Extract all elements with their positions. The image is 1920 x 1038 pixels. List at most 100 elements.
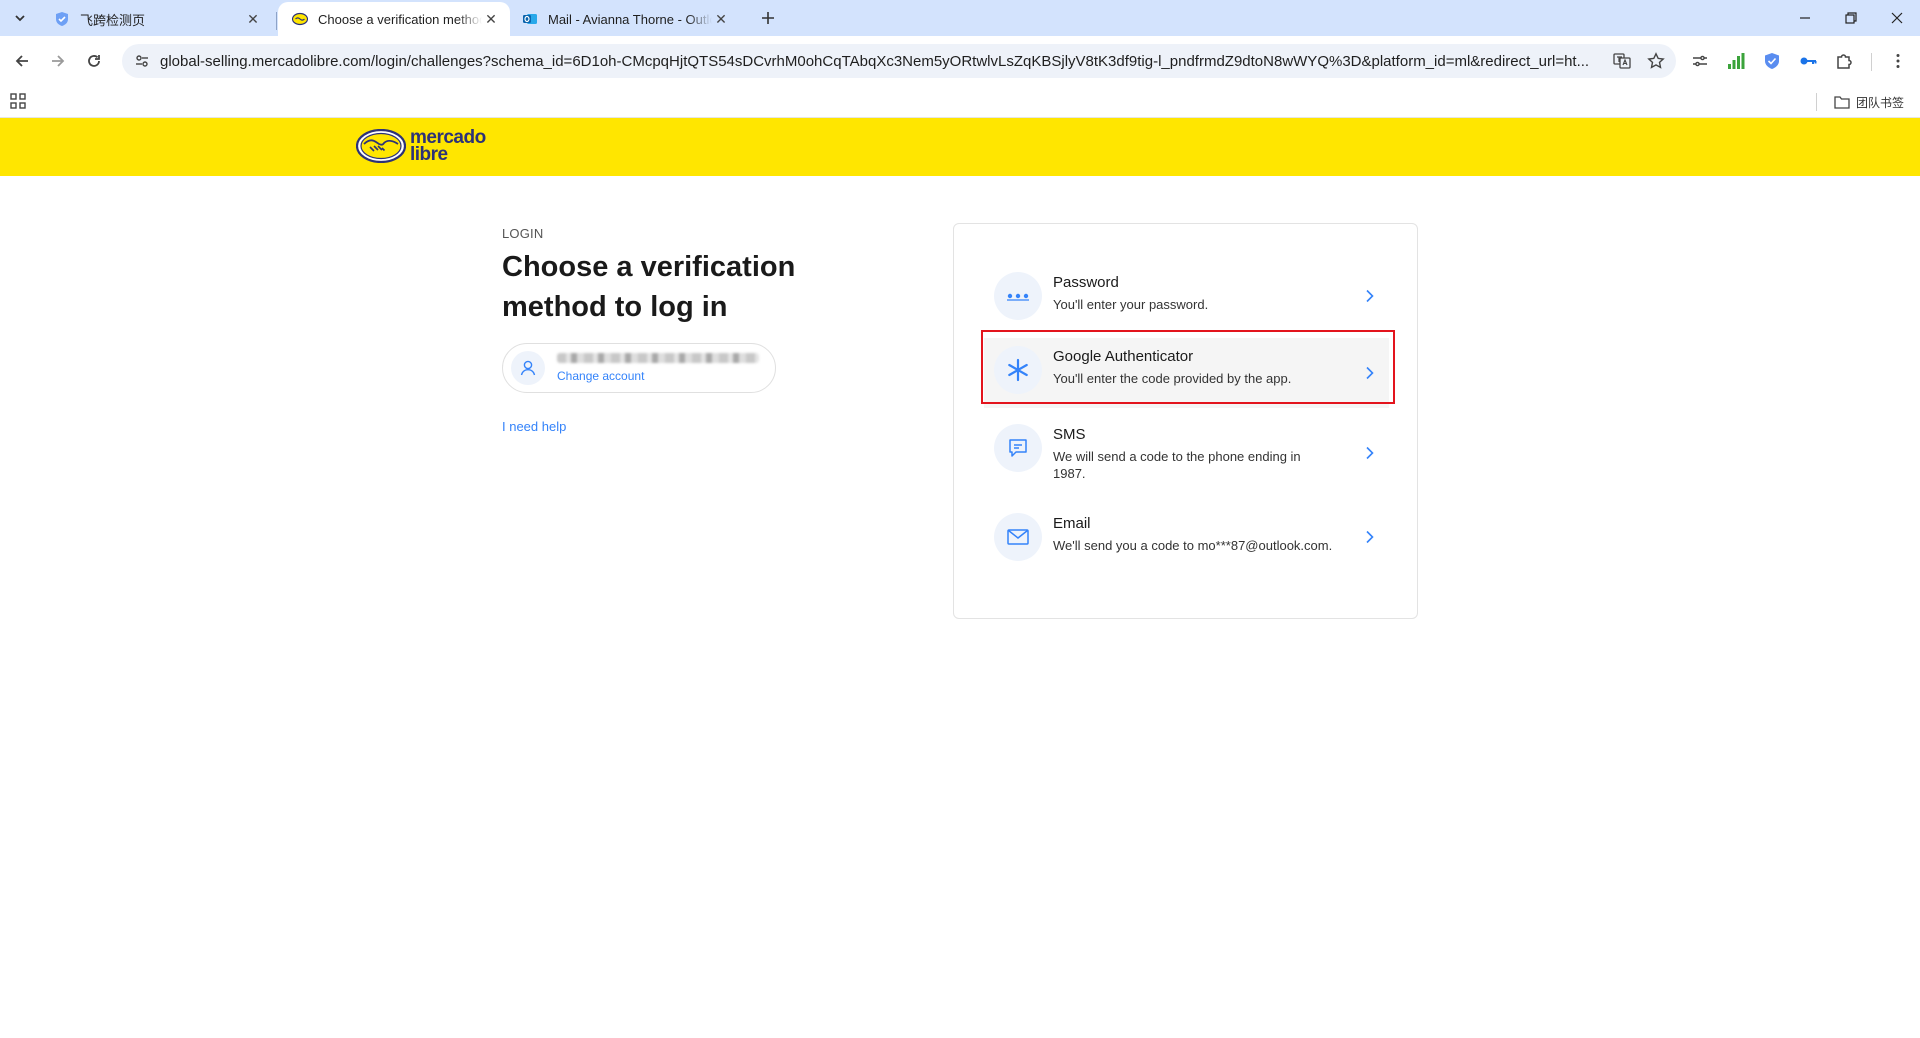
chat-icon <box>1009 439 1027 457</box>
bookmarks-divider <box>1816 93 1817 111</box>
extensions-menu-button[interactable] <box>1830 47 1858 75</box>
method-title: Password <box>1053 274 1119 291</box>
page-title: Choose a verification method to log in <box>502 251 796 323</box>
method-email[interactable]: Email We'll send you a code to mo***87@o… <box>984 505 1389 569</box>
method-title: Email <box>1053 515 1091 532</box>
translate-icon <box>1613 53 1631 69</box>
login-eyebrow: LOGIN <box>502 226 544 241</box>
extension-shield-button[interactable] <box>1758 47 1786 75</box>
chevron-right-icon <box>1365 505 1375 569</box>
minimize-button[interactable] <box>1782 0 1828 36</box>
method-sms[interactable]: SMS We will send a code to the phone end… <box>984 416 1389 490</box>
outlook-icon <box>523 14 537 24</box>
chevron-right-icon <box>1365 338 1375 408</box>
address-bar[interactable]: global-selling.mercadolibre.com/login/ch… <box>122 44 1676 78</box>
forward-button[interactable] <box>44 47 72 75</box>
bookmark-folder-label: 团队书签 <box>1856 95 1905 110</box>
translate-button[interactable] <box>1608 44 1636 78</box>
extension-tune-button[interactable] <box>1686 47 1714 75</box>
sms-icon-wrap <box>994 424 1042 472</box>
apps-grid-icon <box>10 93 26 109</box>
tab-title: Choose a verification method <box>318 11 482 27</box>
method-title: SMS <box>1053 426 1086 443</box>
account-chip: Change account <box>502 343 776 393</box>
asterisk-icon <box>1008 358 1028 382</box>
restore-icon <box>1845 12 1857 24</box>
tab-separator <box>276 12 277 30</box>
tune-icon <box>1693 55 1707 67</box>
method-password[interactable]: Password You'll enter your password. <box>984 264 1389 328</box>
close-icon[interactable]: ✕ <box>244 10 262 28</box>
window-close-button[interactable] <box>1874 0 1920 36</box>
account-email-redacted <box>557 353 759 363</box>
bookmark-star-button[interactable] <box>1642 44 1670 78</box>
logo-line2: libre <box>410 144 448 165</box>
restore-button[interactable] <box>1828 0 1874 36</box>
browser-tabstrip: 飞跨检测页 ✕ Choose a verification method ✕ M… <box>0 0 1920 36</box>
method-text: Email We'll send you a code to mo***87@o… <box>1053 513 1379 554</box>
password-icon-wrap <box>994 272 1042 320</box>
arrow-right-icon <box>52 55 65 67</box>
site-info-icon[interactable] <box>134 53 150 69</box>
minimize-icon <box>1800 17 1810 19</box>
chevron-right-icon <box>1365 416 1375 490</box>
kebab-menu-icon <box>1896 54 1900 68</box>
login-intro: LOGIN Choose a verification method to lo… <box>502 226 842 434</box>
method-description: We will send a code to the phone ending … <box>1053 449 1301 481</box>
folder-icon <box>1834 96 1850 109</box>
verification-methods-card: Password You'll enter your password. Goo… <box>953 223 1418 619</box>
shield-icon <box>1765 53 1779 69</box>
key-icon <box>1800 57 1817 65</box>
method-text: SMS We will send a code to the phone end… <box>1053 424 1379 482</box>
close-icon[interactable]: ✕ <box>482 10 500 28</box>
tab-feikua[interactable]: 飞跨检测页 ✕ <box>40 2 272 36</box>
close-icon[interactable]: ✕ <box>712 10 730 28</box>
tab-title: Mail - Avianna Thorne - Outlook <box>548 11 712 27</box>
mercadolibre-logo[interactable]: mercado libre <box>356 128 486 165</box>
url-text[interactable]: global-selling.mercadolibre.com/login/ch… <box>160 53 1626 70</box>
method-text: Google Authenticator You'll enter the co… <box>1053 346 1379 387</box>
email-icon-wrap <box>994 513 1042 561</box>
envelope-icon <box>1007 529 1029 545</box>
signal-bars-icon <box>1728 53 1745 69</box>
chevron-down-icon <box>15 15 25 22</box>
arrow-left-icon <box>15 55 28 67</box>
extension-key-button[interactable] <box>1794 47 1822 75</box>
change-account-link[interactable]: Change account <box>557 369 759 383</box>
toolbar-divider <box>1871 53 1872 71</box>
chevron-right-icon <box>1365 264 1375 328</box>
password-dots-icon <box>1007 293 1029 301</box>
star-icon <box>1647 52 1665 69</box>
account-info: Change account <box>557 353 759 383</box>
tab-search-button[interactable] <box>8 6 32 30</box>
puzzle-icon <box>1837 54 1852 69</box>
method-description: You'll enter your password. <box>1053 297 1209 312</box>
mercadolibre-header: mercado libre <box>0 118 1920 176</box>
new-tab-button[interactable] <box>756 6 780 30</box>
bookmark-folder-team[interactable]: 团队书签 <box>1834 92 1904 112</box>
user-icon <box>520 360 536 376</box>
plus-icon <box>762 12 774 24</box>
method-description: You'll enter the code provided by the ap… <box>1053 371 1292 386</box>
tab-verification[interactable]: Choose a verification method ✕ <box>278 2 510 36</box>
apps-button[interactable] <box>10 93 28 111</box>
reload-button[interactable] <box>80 47 108 75</box>
reload-icon <box>88 55 100 67</box>
shield-icon <box>56 12 68 26</box>
authenticator-icon-wrap <box>994 346 1042 394</box>
extension-signal-button[interactable] <box>1722 47 1750 75</box>
back-button[interactable] <box>8 47 36 75</box>
avatar <box>511 351 545 385</box>
method-description: We'll send you a code to mo***87@outlook… <box>1053 538 1333 553</box>
method-google-authenticator[interactable]: Google Authenticator You'll enter the co… <box>984 338 1389 408</box>
method-text: Password You'll enter your password. <box>1053 272 1379 313</box>
bookmarks-bar: 团队书签 <box>0 86 1920 118</box>
help-link[interactable]: I need help <box>502 419 842 434</box>
browser-toolbar: global-selling.mercadolibre.com/login/ch… <box>0 36 1920 86</box>
browser-menu-button[interactable] <box>1884 47 1912 75</box>
method-title: Google Authenticator <box>1053 348 1194 365</box>
tab-outlook[interactable]: Mail - Avianna Thorne - Outlook ✕ <box>508 2 740 36</box>
mercadolibre-handshake-icon <box>356 129 406 163</box>
close-icon <box>1891 12 1903 24</box>
mercadolibre-handshake-icon <box>292 12 308 26</box>
